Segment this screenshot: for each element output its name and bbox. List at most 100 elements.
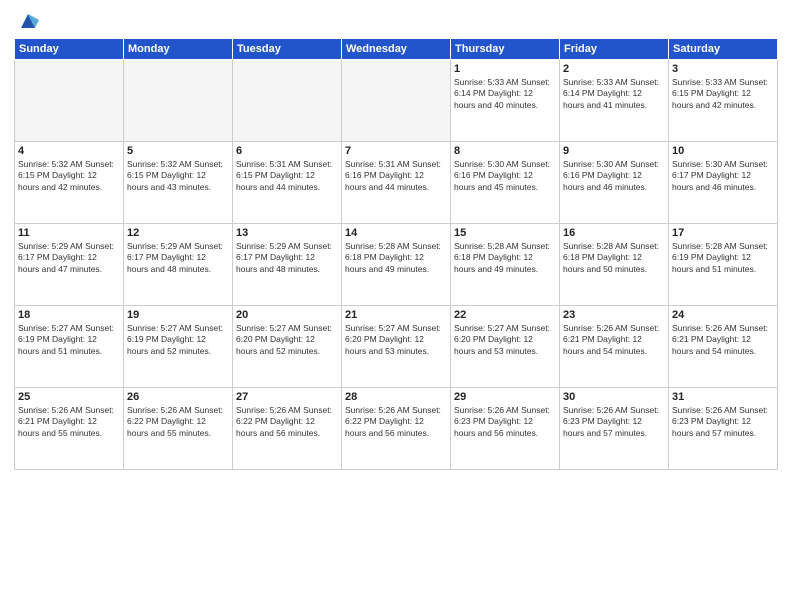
day-info: Sunrise: 5:28 AM Sunset: 6:19 PM Dayligh… xyxy=(672,241,774,275)
day-number: 4 xyxy=(18,145,120,157)
day-cell: 19 Sunrise: 5:27 AM Sunset: 6:19 PM Dayli… xyxy=(124,306,233,388)
day-cell: 24Sunrise: 5:26 AM Sunset: 6:21 PM Dayli… xyxy=(669,306,778,388)
day-cell: 11Sunrise: 5:29 AM Sunset: 6:17 PM Dayli… xyxy=(15,224,124,306)
day-header-wednesday: Wednesday xyxy=(342,39,451,60)
day-cell: 23Sunrise: 5:26 AM Sunset: 6:21 PM Dayli… xyxy=(560,306,669,388)
day-cell: 18 Sunrise: 5:27 AM Sunset: 6:19 PM Dayli… xyxy=(15,306,124,388)
day-number: 17 xyxy=(672,227,774,239)
day-cell: 26 Sunrise: 5:26 AM Sunset: 6:22 PM Dayli… xyxy=(124,388,233,470)
week-row-5: 25Sunrise: 5:26 AM Sunset: 6:21 PM Dayli… xyxy=(15,388,778,470)
day-info: Sunrise: 5:30 AM Sunset: 6:17 PM Dayligh… xyxy=(672,159,774,193)
logo-icon xyxy=(17,10,39,32)
day-number: 25 xyxy=(18,391,120,403)
day-number: 10 xyxy=(672,145,774,157)
day-cell: 25Sunrise: 5:26 AM Sunset: 6:21 PM Dayli… xyxy=(15,388,124,470)
day-cell: 21 Sunrise: 5:27 AM Sunset: 6:20 PM Dayli… xyxy=(342,306,451,388)
day-header-monday: Monday xyxy=(124,39,233,60)
day-cell: 27 Sunrise: 5:26 AM Sunset: 6:22 PM Dayli… xyxy=(233,388,342,470)
day-number: 1 xyxy=(454,63,556,75)
calendar: SundayMondayTuesdayWednesdayThursdayFrid… xyxy=(14,38,778,470)
day-header-friday: Friday xyxy=(560,39,669,60)
day-info: Sunrise: 5:26 AM Sunset: 6:22 PM Dayligh… xyxy=(127,405,229,439)
header xyxy=(14,10,778,32)
day-number: 5 xyxy=(127,145,229,157)
day-cell: 28 Sunrise: 5:26 AM Sunset: 6:22 PM Dayli… xyxy=(342,388,451,470)
day-cell: 16 Sunrise: 5:28 AM Sunset: 6:18 PM Dayli… xyxy=(560,224,669,306)
day-cell: 22 Sunrise: 5:27 AM Sunset: 6:20 PM Dayli… xyxy=(451,306,560,388)
day-info: Sunrise: 5:33 AM Sunset: 6:14 PM Dayligh… xyxy=(454,77,556,111)
day-number: 8 xyxy=(454,145,556,157)
day-cell: 12 Sunrise: 5:29 AM Sunset: 6:17 PM Dayli… xyxy=(124,224,233,306)
day-info: Sunrise: 5:29 AM Sunset: 6:17 PM Dayligh… xyxy=(236,241,338,275)
day-cell: 31Sunrise: 5:26 AM Sunset: 6:23 PM Dayli… xyxy=(669,388,778,470)
day-number: 15 xyxy=(454,227,556,239)
day-info: Sunrise: 5:27 AM Sunset: 6:20 PM Dayligh… xyxy=(345,323,447,357)
day-header-sunday: Sunday xyxy=(15,39,124,60)
day-number: 16 xyxy=(563,227,665,239)
day-cell: 15 Sunrise: 5:28 AM Sunset: 6:18 PM Dayli… xyxy=(451,224,560,306)
day-cell: 8 Sunrise: 5:30 AM Sunset: 6:16 PM Daylig… xyxy=(451,142,560,224)
day-cell: 2Sunrise: 5:33 AM Sunset: 6:14 PM Daylig… xyxy=(560,60,669,142)
day-info: Sunrise: 5:26 AM Sunset: 6:23 PM Dayligh… xyxy=(454,405,556,439)
day-cell: 20Sunrise: 5:27 AM Sunset: 6:20 PM Dayli… xyxy=(233,306,342,388)
day-info: Sunrise: 5:26 AM Sunset: 6:21 PM Dayligh… xyxy=(563,323,665,357)
day-info: Sunrise: 5:26 AM Sunset: 6:23 PM Dayligh… xyxy=(563,405,665,439)
day-number: 26 xyxy=(127,391,229,403)
day-number: 3 xyxy=(672,63,774,75)
day-header-thursday: Thursday xyxy=(451,39,560,60)
day-info: Sunrise: 5:30 AM Sunset: 6:16 PM Dayligh… xyxy=(563,159,665,193)
day-info: Sunrise: 5:27 AM Sunset: 6:20 PM Dayligh… xyxy=(454,323,556,357)
day-info: Sunrise: 5:26 AM Sunset: 6:23 PM Dayligh… xyxy=(672,405,774,439)
day-cell: 13 Sunrise: 5:29 AM Sunset: 6:17 PM Dayli… xyxy=(233,224,342,306)
day-cell: 29 Sunrise: 5:26 AM Sunset: 6:23 PM Dayli… xyxy=(451,388,560,470)
day-info: Sunrise: 5:28 AM Sunset: 6:18 PM Dayligh… xyxy=(563,241,665,275)
day-cell xyxy=(124,60,233,142)
calendar-header-row: SundayMondayTuesdayWednesdayThursdayFrid… xyxy=(15,39,778,60)
logo xyxy=(14,10,39,32)
day-number: 29 xyxy=(454,391,556,403)
day-cell: 17 Sunrise: 5:28 AM Sunset: 6:19 PM Dayli… xyxy=(669,224,778,306)
day-info: Sunrise: 5:33 AM Sunset: 6:14 PM Dayligh… xyxy=(563,77,665,111)
day-info: Sunrise: 5:28 AM Sunset: 6:18 PM Dayligh… xyxy=(454,241,556,275)
day-number: 6 xyxy=(236,145,338,157)
day-cell xyxy=(233,60,342,142)
day-info: Sunrise: 5:31 AM Sunset: 6:16 PM Dayligh… xyxy=(345,159,447,193)
day-info: Sunrise: 5:33 AM Sunset: 6:15 PM Dayligh… xyxy=(672,77,774,111)
week-row-1: 1 Sunrise: 5:33 AM Sunset: 6:14 PM Daylig… xyxy=(15,60,778,142)
day-number: 28 xyxy=(345,391,447,403)
day-number: 22 xyxy=(454,309,556,321)
day-info: Sunrise: 5:26 AM Sunset: 6:22 PM Dayligh… xyxy=(345,405,447,439)
day-info: Sunrise: 5:29 AM Sunset: 6:17 PM Dayligh… xyxy=(127,241,229,275)
day-info: Sunrise: 5:29 AM Sunset: 6:17 PM Dayligh… xyxy=(18,241,120,275)
day-header-tuesday: Tuesday xyxy=(233,39,342,60)
day-info: Sunrise: 5:27 AM Sunset: 6:19 PM Dayligh… xyxy=(18,323,120,357)
day-info: Sunrise: 5:28 AM Sunset: 6:18 PM Dayligh… xyxy=(345,241,447,275)
week-row-4: 18 Sunrise: 5:27 AM Sunset: 6:19 PM Dayli… xyxy=(15,306,778,388)
day-info: Sunrise: 5:26 AM Sunset: 6:21 PM Dayligh… xyxy=(672,323,774,357)
day-header-saturday: Saturday xyxy=(669,39,778,60)
day-cell: 9 Sunrise: 5:30 AM Sunset: 6:16 PM Daylig… xyxy=(560,142,669,224)
day-number: 13 xyxy=(236,227,338,239)
day-info: Sunrise: 5:30 AM Sunset: 6:16 PM Dayligh… xyxy=(454,159,556,193)
day-number: 19 xyxy=(127,309,229,321)
day-number: 12 xyxy=(127,227,229,239)
day-number: 14 xyxy=(345,227,447,239)
day-info: Sunrise: 5:27 AM Sunset: 6:20 PM Dayligh… xyxy=(236,323,338,357)
day-info: Sunrise: 5:32 AM Sunset: 6:15 PM Dayligh… xyxy=(127,159,229,193)
day-number: 7 xyxy=(345,145,447,157)
day-number: 9 xyxy=(563,145,665,157)
day-cell: 1 Sunrise: 5:33 AM Sunset: 6:14 PM Daylig… xyxy=(451,60,560,142)
day-number: 21 xyxy=(345,309,447,321)
day-number: 30 xyxy=(563,391,665,403)
day-info: Sunrise: 5:31 AM Sunset: 6:15 PM Dayligh… xyxy=(236,159,338,193)
day-number: 18 xyxy=(18,309,120,321)
day-info: Sunrise: 5:26 AM Sunset: 6:22 PM Dayligh… xyxy=(236,405,338,439)
page: SundayMondayTuesdayWednesdayThursdayFrid… xyxy=(0,0,792,612)
day-cell: 6 Sunrise: 5:31 AM Sunset: 6:15 PM Daylig… xyxy=(233,142,342,224)
day-number: 27 xyxy=(236,391,338,403)
day-info: Sunrise: 5:27 AM Sunset: 6:19 PM Dayligh… xyxy=(127,323,229,357)
day-info: Sunrise: 5:32 AM Sunset: 6:15 PM Dayligh… xyxy=(18,159,120,193)
week-row-2: 4 Sunrise: 5:32 AM Sunset: 6:15 PM Daylig… xyxy=(15,142,778,224)
day-cell: 14 Sunrise: 5:28 AM Sunset: 6:18 PM Dayli… xyxy=(342,224,451,306)
day-cell: 4 Sunrise: 5:32 AM Sunset: 6:15 PM Daylig… xyxy=(15,142,124,224)
